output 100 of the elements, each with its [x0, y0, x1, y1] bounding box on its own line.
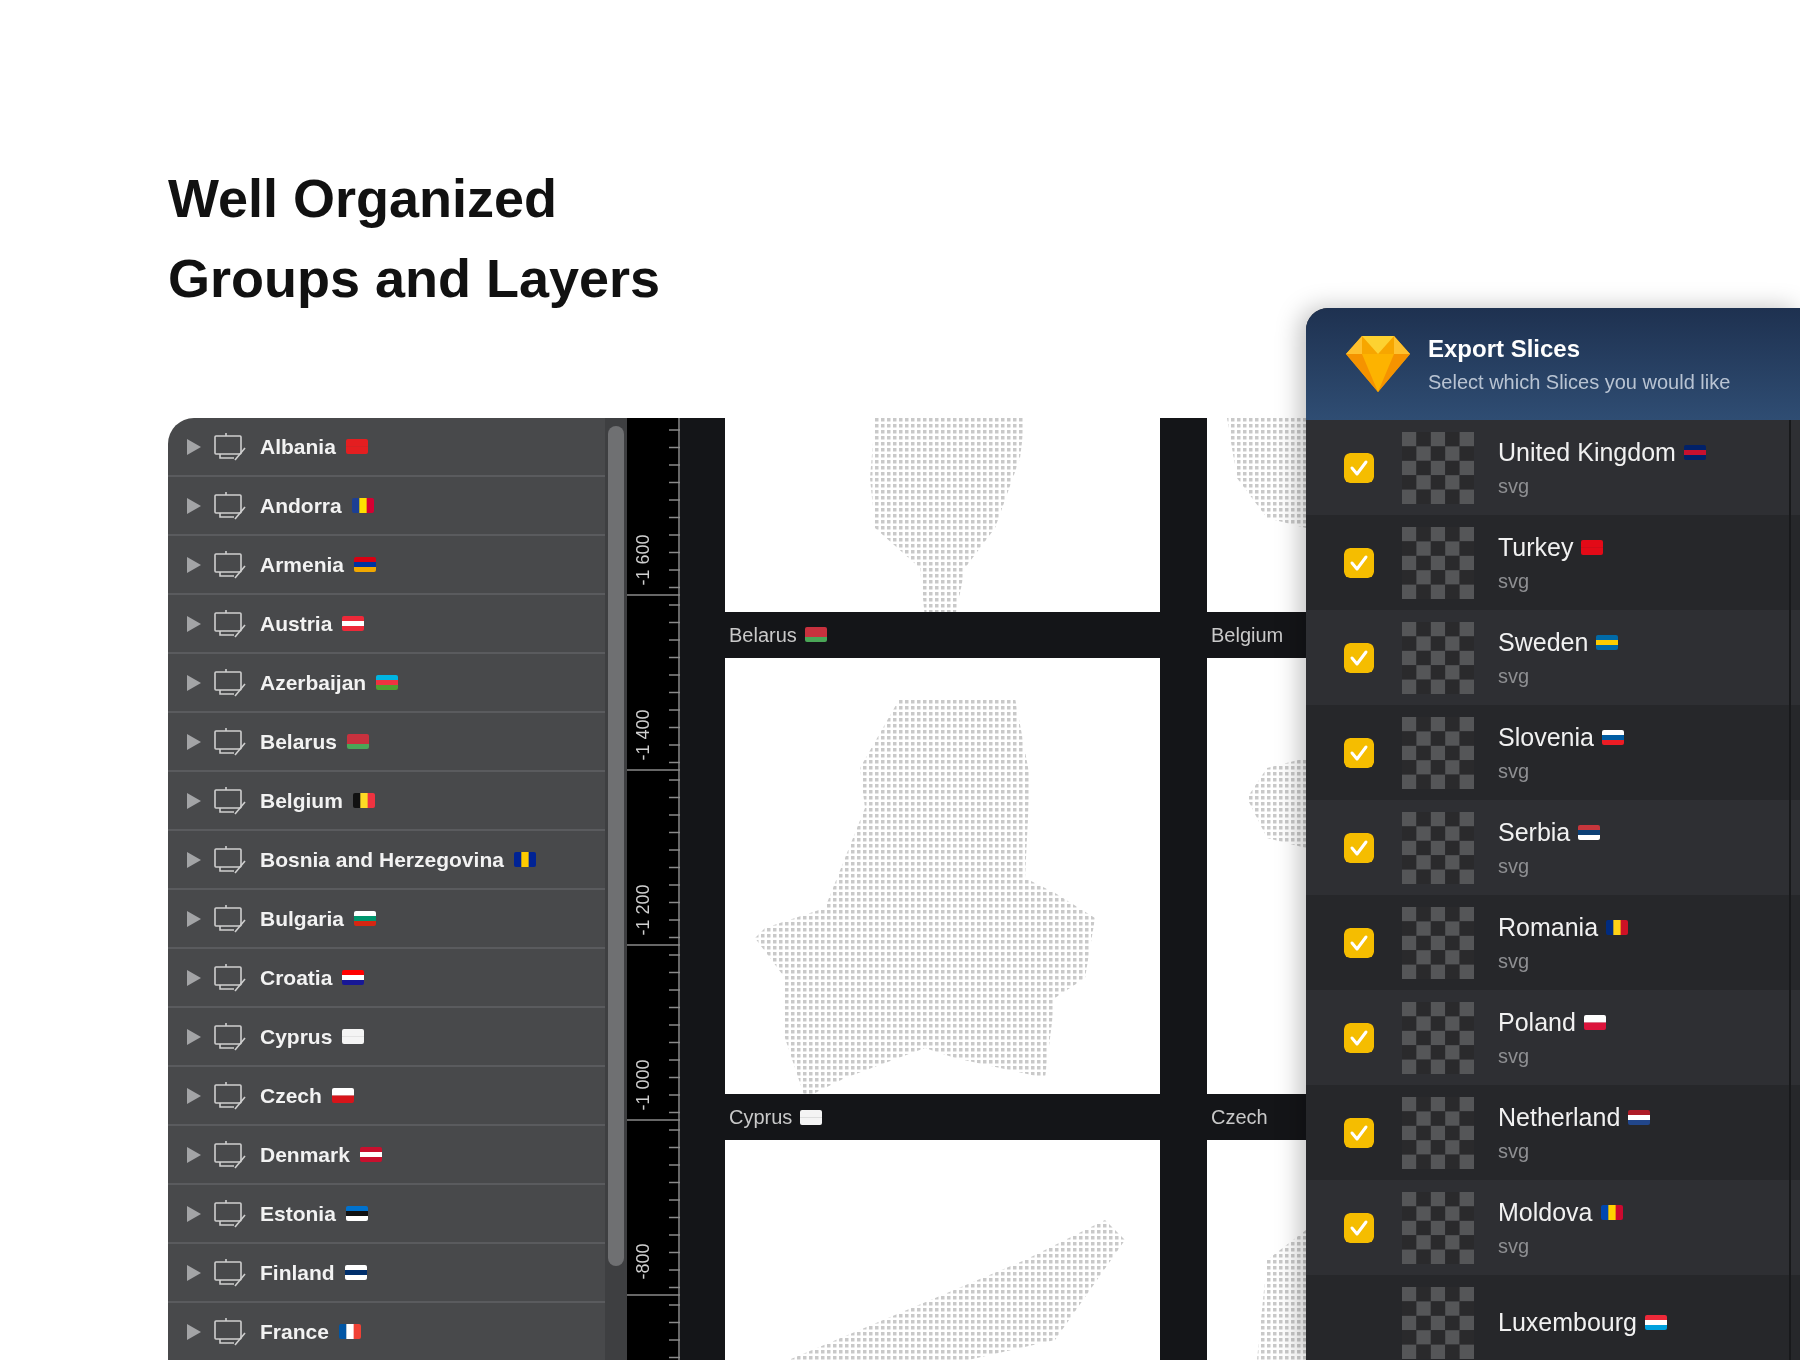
disclosure-triangle-icon[interactable]: [186, 1204, 202, 1223]
artboard-icon: [212, 1021, 248, 1052]
layer-name[interactable]: Azerbaijan: [260, 666, 367, 699]
artboard-icon: [212, 903, 248, 934]
flag-icon: [345, 439, 368, 454]
layer-name[interactable]: Croatia: [260, 961, 333, 994]
slice-format: svg: [1498, 569, 1531, 595]
disclosure-triangle-icon[interactable]: [186, 1086, 202, 1105]
flag-icon: [1596, 635, 1619, 650]
artboard-icon: [212, 844, 248, 875]
disclosure-triangle-icon[interactable]: [186, 437, 202, 456]
scrollbar-thumb[interactable]: [608, 426, 624, 1266]
disclosure-triangle-icon[interactable]: [186, 732, 202, 751]
artboard-icon: [212, 608, 248, 639]
flag-icon: [1578, 825, 1601, 840]
flag-icon: [345, 1206, 368, 1221]
slice-name: Poland: [1498, 1006, 1576, 1038]
flag-icon: [804, 627, 827, 643]
slice-format: svg: [1498, 1139, 1531, 1165]
ruler-label: -1 400: [631, 712, 654, 761]
flag-icon: [1600, 1205, 1623, 1220]
flag-icon: [359, 1147, 382, 1162]
artboard-icon: [212, 431, 248, 462]
slice-format: svg: [1498, 759, 1531, 785]
artboard-label[interactable]: Czech: [1211, 1102, 1268, 1133]
checkbox[interactable]: [1344, 1117, 1374, 1148]
artboard-icon: [212, 490, 248, 521]
artboard-icon: [212, 1198, 248, 1229]
slice-name: Netherland: [1498, 1101, 1621, 1133]
ruler-label: -1 200: [631, 887, 654, 936]
slice-name: Sweden: [1498, 626, 1589, 658]
artboard-label[interactable]: Belgium: [1211, 619, 1284, 650]
slice-format: svg: [1498, 1234, 1531, 1260]
slice-format: svg: [1498, 949, 1531, 975]
layer-name[interactable]: Cyprus: [260, 1020, 333, 1053]
layer-name[interactable]: Estonia: [260, 1197, 336, 1230]
flag-icon: [351, 498, 374, 513]
artboard-label[interactable]: Belarus: [729, 619, 797, 650]
checkbox[interactable]: [1344, 452, 1374, 483]
flag-icon: [354, 911, 377, 926]
dialog-subtitle: Select which Slices you would like: [1428, 370, 1731, 395]
artboard-icon: [212, 1139, 248, 1170]
checkbox[interactable]: [1344, 1212, 1374, 1243]
checkbox[interactable]: [1344, 832, 1374, 863]
layer-name[interactable]: Belgium: [260, 784, 343, 817]
disclosure-triangle-icon[interactable]: [186, 496, 202, 515]
ruler-label: -800: [631, 1242, 654, 1282]
slice-name: Serbia: [1498, 816, 1571, 848]
ruler-label: -1 000: [631, 1062, 654, 1111]
layer-name[interactable]: France: [260, 1315, 329, 1348]
layer-name[interactable]: Albania: [260, 430, 336, 463]
layer-name[interactable]: Belarus: [260, 725, 338, 758]
slice-name: Slovenia: [1498, 721, 1594, 753]
flag-icon: [342, 1029, 365, 1044]
checkbox[interactable]: [1344, 1022, 1374, 1053]
layer-name[interactable]: Czech: [260, 1079, 322, 1112]
layer-name[interactable]: Finland: [260, 1256, 335, 1289]
layer-name[interactable]: Austria: [260, 607, 333, 640]
slice-format: svg: [1498, 474, 1531, 500]
flag-icon: [342, 970, 365, 985]
disclosure-triangle-icon[interactable]: [186, 1027, 202, 1046]
flag-icon: [354, 557, 377, 572]
artboard-icon: [212, 667, 248, 698]
layer-name[interactable]: Bulgaria: [260, 902, 345, 935]
artboard-icon: [212, 1257, 248, 1288]
flag-icon: [352, 793, 375, 808]
artboard-icon: [212, 549, 248, 580]
flag-icon: [513, 852, 536, 867]
flag-icon: [342, 616, 365, 631]
layer-name[interactable]: Armenia: [260, 548, 345, 581]
disclosure-triangle-icon[interactable]: [186, 850, 202, 869]
disclosure-triangle-icon[interactable]: [186, 1322, 202, 1341]
layer-name[interactable]: Bosnia and Herzegovina: [260, 843, 504, 876]
disclosure-triangle-icon[interactable]: [186, 673, 202, 692]
dialog-title: Export Slices: [1428, 334, 1582, 364]
slice-format: svg: [1498, 664, 1531, 690]
artboard-icon: [212, 785, 248, 816]
disclosure-triangle-icon[interactable]: [186, 791, 202, 810]
disclosure-triangle-icon[interactable]: [186, 909, 202, 928]
checkbox[interactable]: [1344, 927, 1374, 958]
slice-format: svg: [1498, 854, 1531, 880]
flag-icon: [1581, 540, 1604, 555]
disclosure-triangle-icon[interactable]: [186, 1145, 202, 1164]
slice-name: Moldova: [1498, 1196, 1593, 1228]
layer-name[interactable]: Andorra: [260, 489, 342, 522]
checkbox[interactable]: [1344, 737, 1374, 768]
disclosure-triangle-icon[interactable]: [186, 968, 202, 987]
checkbox[interactable]: [1344, 642, 1374, 673]
headline: Well Organized: [168, 167, 558, 230]
artboard-icon: [212, 962, 248, 993]
disclosure-triangle-icon[interactable]: [186, 555, 202, 574]
checkbox[interactable]: [1344, 547, 1374, 578]
artboard-icon: [212, 726, 248, 757]
disclosure-triangle-icon[interactable]: [186, 1263, 202, 1282]
flag-icon: [1606, 920, 1629, 935]
disclosure-triangle-icon[interactable]: [186, 614, 202, 633]
slice-name: Luxembourg: [1498, 1306, 1637, 1338]
artboard-icon: [212, 1080, 248, 1111]
artboard-label[interactable]: Cyprus: [729, 1102, 793, 1133]
layer-name[interactable]: Denmark: [260, 1138, 350, 1171]
